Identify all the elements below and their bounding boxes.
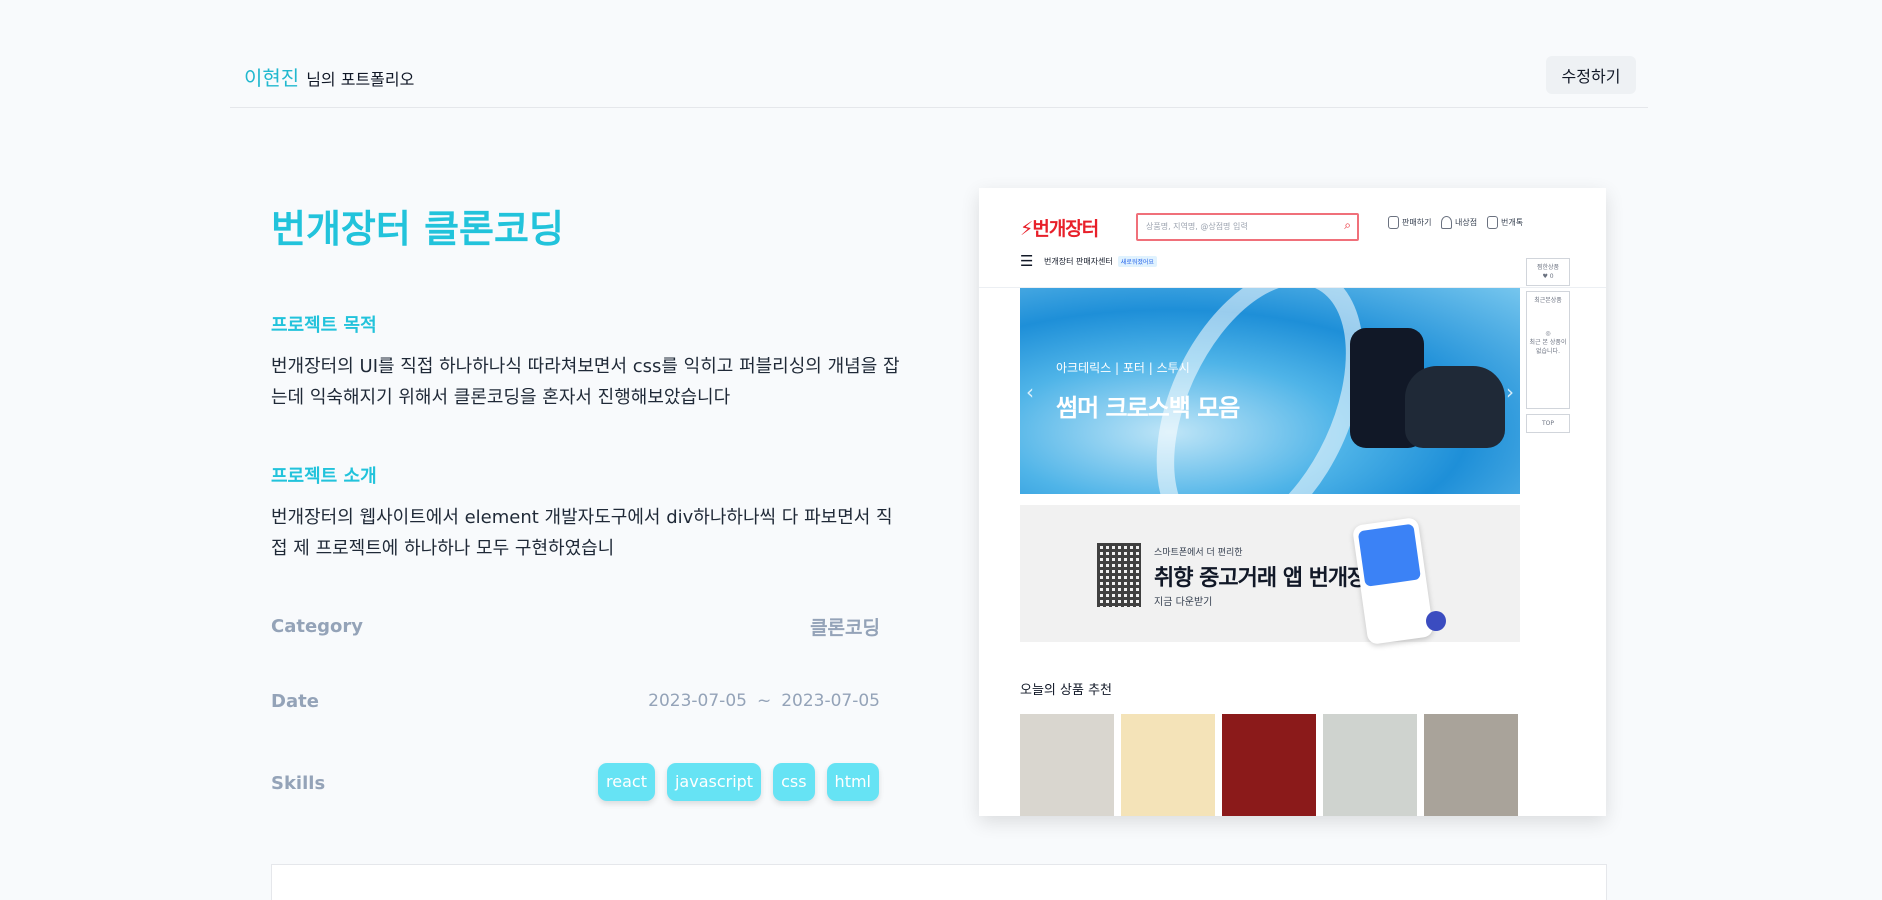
skill-chip-react[interactable]: react [598,763,655,801]
date-label: Date [271,691,319,712]
preview-side-top: TOP [1526,414,1570,433]
category-value: 클론코딩 [810,617,880,639]
product-thumbnail [1222,714,1316,816]
product-thumbnail [1323,714,1417,816]
skill-chip-javascript[interactable]: javascript [666,763,762,801]
next-section-card [271,864,1607,900]
preview-seller-center-badge: 새로워졌어요 [1117,256,1157,267]
hamburger-icon: ☰ [1020,252,1034,270]
date-range: 2023-07-05 ~ 2023-07-05 [648,691,880,711]
date-start: 2023-07-05 [648,691,747,711]
chevron-left-icon: ‹ [1026,380,1034,404]
preview-side-panel: 찜한상품 ♥ 0 최근본상품 ◎ 최근 본 상품이 없습니다. TOP [1526,258,1570,438]
skill-chip-css[interactable]: css [773,763,815,801]
top-header: 이현진 님의 포트폴리오 수정하기 [230,0,1648,108]
search-icon: ⌕ [1344,218,1351,232]
preview-side-liked-count: ♥ 0 [1542,273,1554,280]
skill-chip-html[interactable]: html [826,763,879,801]
preview-side-recent: 최근본상품 ◎ 최근 본 상품이 없습니다. [1526,291,1570,409]
product-thumbnail [1121,714,1215,816]
preview-side-empty: 최근 본 상품이 없습니다. [1529,339,1567,355]
preview-app-link: 지금 다운받기 [1154,597,1213,608]
preview-topbar: ⚡번개장터 상품명, 지역명, @상점명 입력 ⌕ 판매하기 내상점 번개톡 ☰… [979,188,1606,288]
preview-banner-subtitle: 아크테릭스 | 포터 | 스투시 [1056,361,1190,375]
preview-side-liked-label: 찜한상품 [1536,264,1560,271]
product-thumbnail [1020,714,1114,816]
preview-app-title: 취향 중고거래 앱 번개장터 [1154,566,1387,591]
preview-search-placeholder: 상품명, 지역명, @상점명 입력 [1146,222,1248,231]
purpose-text: 번개장터의 UI를 직접 하나하나식 따라쳐보면서 css를 익히고 퍼블리싱의… [271,356,900,408]
category-label: Category [271,616,364,637]
chevron-right-icon: › [1506,380,1514,404]
phone-image [1351,516,1435,646]
portfolio-owner: 이현진 님의 포트폴리오 [244,62,414,91]
user-icon [1441,216,1452,229]
preview-search-box: 상품명, 지역명, @상점명 입력 ⌕ [1136,213,1359,241]
owner-name[interactable]: 이현진 [244,62,299,91]
intro-text: 번개장터의 웹사이트에서 element 개발자도구에서 div하나하나씩 다 … [271,507,893,559]
product-thumbnail [1424,714,1518,816]
date-separator: ~ [756,691,772,711]
preview-menu-sell: 판매하기 [1388,216,1431,229]
banner-bag-image-2 [1405,366,1505,448]
preview-menu-shop: 내상점 [1441,216,1477,229]
preview-logo: ⚡번개장터 [1020,218,1099,240]
owner-suffix: 님의 포트폴리오 [306,70,415,89]
edit-button[interactable]: 수정하기 [1546,56,1636,94]
preview-menu-sell-label: 판매하기 [1402,218,1432,227]
more-icon [1426,611,1446,631]
preview-menu-talk: 번개톡 [1487,216,1523,229]
date-end: 2023-07-05 [781,691,880,711]
preview-side-liked: 찜한상품 ♥ 0 [1526,258,1570,286]
preview-banner: 아크테릭스 | 포터 | 스투시 썸머 크로스백 모음 ‹ › [1020,288,1520,494]
project-preview-image[interactable]: ⚡번개장터 상품명, 지역명, @상점명 입력 ⌕ 판매하기 내상점 번개톡 ☰… [979,188,1606,816]
preview-app-banner: 스마트폰에서 더 편리한 취향 중고거래 앱 번개장터 지금 다운받기 [1020,505,1520,646]
preview-banner-title: 썸머 크로스백 모음 [1056,394,1240,422]
skills-list: react javascript css html [598,763,879,801]
intro-heading: 프로젝트 소개 [271,466,377,487]
preview-side-recent-label: 최근본상품 [1534,297,1562,304]
qr-code-icon [1097,543,1141,607]
preview-app-small: 스마트폰에서 더 편리한 [1154,548,1243,558]
preview-menu-talk-label: 번개톡 [1501,218,1524,227]
preview-menu-shop-label: 내상점 [1455,218,1478,227]
eye-icon: ◎ [1545,330,1551,337]
sell-icon [1388,216,1399,229]
purpose-heading: 프로젝트 목적 [271,315,377,336]
project-title: 번개장터 클론코딩 [271,207,564,251]
skills-label: Skills [271,773,326,794]
chat-icon [1487,216,1498,229]
preview-seller-center: 번개장터 판매자센터 새로워졌어요 [1044,256,1157,267]
preview-seller-center-label: 번개장터 판매자센터 [1044,257,1113,266]
phone-screen [1357,523,1422,587]
preview-recommend-title: 오늘의 상품 추천 [1020,683,1112,698]
